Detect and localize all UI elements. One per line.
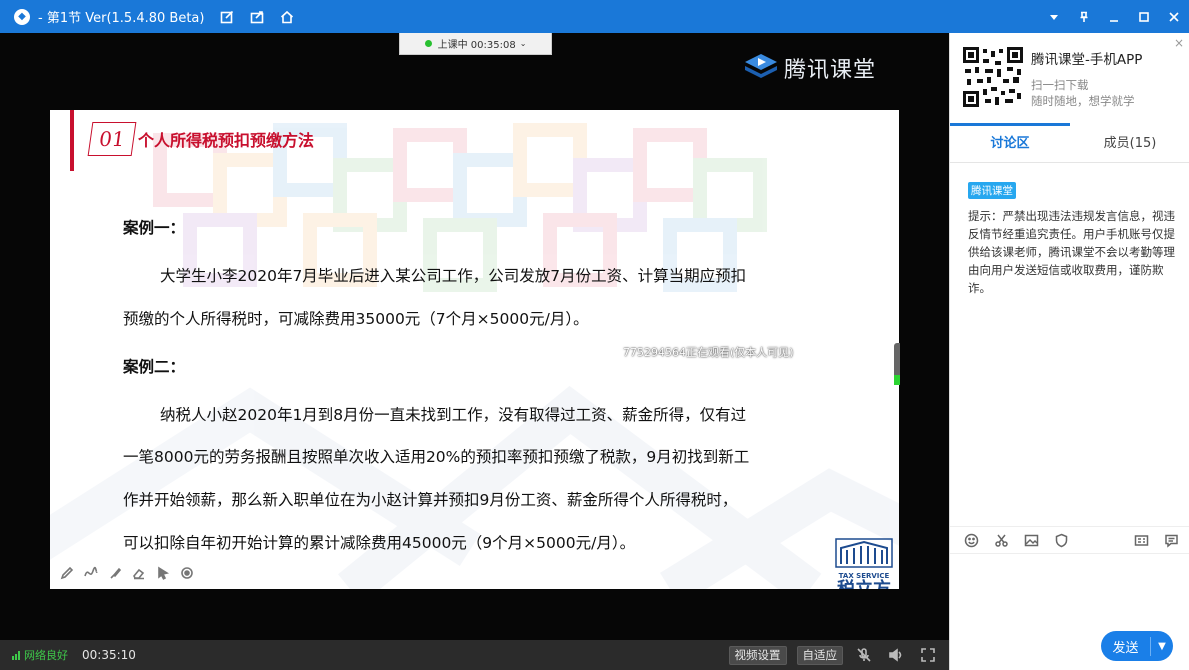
send-options-chevron-icon[interactable]: ▼ <box>1151 641 1173 652</box>
chat-input[interactable] <box>950 554 1189 634</box>
slide-accent-bar <box>70 110 74 171</box>
fullscreen-icon[interactable] <box>917 644 939 666</box>
curve-icon[interactable] <box>82 564 100 582</box>
minimize-icon[interactable] <box>1099 0 1129 33</box>
video-stage: 上课中 00:35:08 ⌄ 腾讯课堂 01 个人所得税预扣预缴方法 案例一： … <box>0 33 949 640</box>
window-controls <box>1039 0 1189 33</box>
signal-icon <box>12 650 21 660</box>
chevron-down-icon: ⌄ <box>519 39 527 48</box>
brand-name: 腾讯课堂 <box>784 58 877 83</box>
notice-tag: 腾讯课堂 <box>968 182 1016 199</box>
tax-building-icon <box>835 538 893 568</box>
close-icon[interactable] <box>1159 0 1189 33</box>
notice-text: 提示：严禁出现违法违规发言信息，视违反情节经重追究责任。用户手机账号仅提供给该课… <box>968 209 1175 295</box>
system-notice: 腾讯课堂 提示：严禁出现违法违规发言信息，视违反情节经重追究责任。用户手机账号仅… <box>968 179 1178 297</box>
app-logo-icon: ◆ <box>14 8 30 25</box>
laser-icon[interactable] <box>178 564 196 582</box>
case2-line4: 可以扣除自年初开始计算的累计减除费用45000元（9个月×5000元/月）。 <box>123 534 636 552</box>
dropdown-icon[interactable] <box>1039 0 1069 33</box>
share-icon[interactable] <box>248 8 266 26</box>
edit-icon[interactable] <box>218 8 236 26</box>
viewer-watermark: 775294564正在观看(仅本人可见) <box>623 346 794 359</box>
send-button[interactable]: 发送 ▼ <box>1101 631 1173 661</box>
window-title: - 第1节 Ver(1.5.4.80 Beta) <box>38 11 205 26</box>
shield-icon[interactable] <box>1052 531 1070 549</box>
case1-heading: 案例一： <box>123 219 186 237</box>
volume-icon[interactable] <box>885 644 907 666</box>
annotation-toolbar <box>58 564 202 582</box>
case2-line2: 一笔8000元的劳务报酬且按照单次收入适用20%的预扣率预扣预缴了税款，9月初找… <box>123 448 750 466</box>
home-icon[interactable] <box>278 8 296 26</box>
elapsed-time: 00:35:10 <box>82 648 136 662</box>
pen-icon[interactable] <box>58 564 76 582</box>
panel-tabs: 讨论区 成员(15) <box>950 123 1189 163</box>
promo-line1: 扫一扫下载 <box>1031 78 1089 92</box>
app-promo: 腾讯课堂-手机APP 扫一扫下载 随时随地，想学就学 × <box>950 33 1189 125</box>
app-window: ◆ - 第1节 Ver(1.5.4.80 Beta) 上课中 00:35:08 … <box>0 0 1189 670</box>
slide-number-box: 01 <box>87 122 137 156</box>
promo-close-icon[interactable]: × <box>1174 36 1184 50</box>
status-bar-controls: 视频设置 自适应 <box>719 640 940 670</box>
tax-service-logo: TAX SERVICE 税立方 <box>834 538 894 589</box>
card-icon[interactable] <box>1132 531 1150 549</box>
chat-toolbar-right <box>1120 531 1180 549</box>
case2-heading: 案例二： <box>123 358 186 376</box>
send-button-label: 发送 <box>1101 636 1151 656</box>
case2-line3: 作并开始领薪，那么新入职单位在为小赵计算并预扣9月份工资、薪金所得个人所得税时， <box>123 491 738 509</box>
live-dot-icon <box>424 40 432 47</box>
eraser-icon[interactable] <box>130 564 148 582</box>
brand-logo: 腾讯课堂 <box>744 52 876 84</box>
promo-line2: 随时随地，想学就学 <box>1031 94 1135 108</box>
slide-title: 个人所得税预扣预缴方法 <box>138 131 315 150</box>
brush-icon[interactable] <box>106 564 124 582</box>
comment-icon[interactable] <box>1162 531 1180 549</box>
promo-title: 腾讯课堂-手机APP <box>1031 52 1143 68</box>
chat-toolbar <box>950 526 1189 554</box>
tax-logo-chinese: 税立方 <box>834 580 894 590</box>
side-panel: 腾讯课堂-手机APP 扫一扫下载 随时随地，想学就学 × 讨论区 成员(15) … <box>949 33 1189 670</box>
video-settings-button[interactable]: 视频设置 <box>728 645 787 665</box>
maximize-icon[interactable] <box>1129 0 1159 33</box>
tab-members[interactable]: 成员(15) <box>1070 125 1189 162</box>
case1-line2: 预缴的个人所得税时，可减除费用35000元（7个月×5000元/月）。 <box>123 310 589 328</box>
fit-button[interactable]: 自适应 <box>796 645 843 665</box>
live-status-pill[interactable]: 上课中 00:35:08 ⌄ <box>399 33 552 55</box>
pin-icon[interactable] <box>1069 0 1099 33</box>
case2-line1: 纳税人小赵2020年1月到8月份一直未找到工作，没有取得过工资、薪金所得，仅有过 <box>160 406 747 424</box>
side-panel-handle[interactable] <box>894 343 900 385</box>
qr-code-icon <box>963 47 1023 107</box>
image-icon[interactable] <box>1022 531 1040 549</box>
network-status: 网络良好 <box>12 647 68 663</box>
mic-muted-icon[interactable] <box>853 644 875 666</box>
emoji-icon[interactable] <box>962 531 980 549</box>
presentation-slide: 01 个人所得税预扣预缴方法 案例一： 大学生小李2020年7月毕业后进入某公司… <box>50 110 899 589</box>
bottom-status-bar: 网络良好 00:35:10 视频设置 自适应 <box>0 640 949 670</box>
live-status-text: 上课中 00:35:08 <box>437 40 516 51</box>
scissors-icon[interactable] <box>992 531 1010 549</box>
tencent-classroom-logo-icon <box>745 54 777 78</box>
tab-discussion[interactable]: 讨论区 <box>950 123 1070 162</box>
case1-line1: 大学生小李2020年7月毕业后进入某公司工作，公司发放7月份工资、计算当期应预扣 <box>160 267 747 285</box>
network-status-text: 网络良好 <box>24 649 68 662</box>
pointer-icon[interactable] <box>154 564 172 582</box>
title-bar: ◆ - 第1节 Ver(1.5.4.80 Beta) <box>0 0 1189 33</box>
